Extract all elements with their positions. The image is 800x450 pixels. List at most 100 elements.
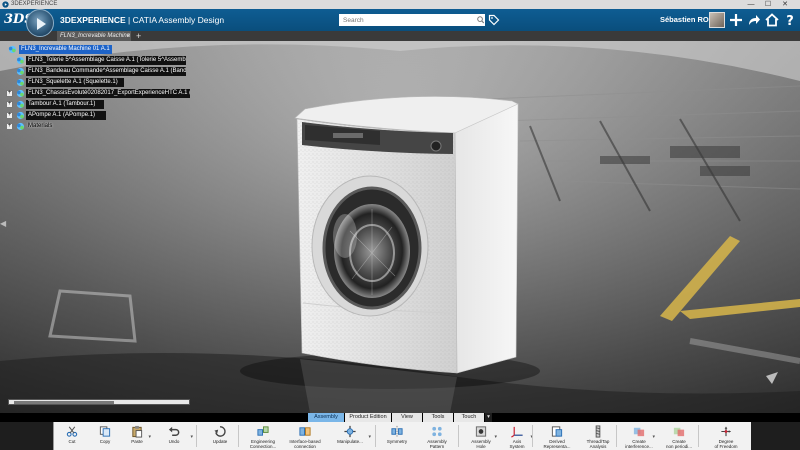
scrollbar-thumb[interactable]	[14, 401, 114, 404]
home-icon[interactable]	[764, 12, 780, 28]
command-engineering-connection[interactable]: Engineering Connection...	[244, 422, 282, 450]
compass-icon[interactable]	[26, 9, 54, 37]
command-interference[interactable]: Create interference... ▾	[622, 422, 656, 450]
3d-viewport[interactable]: FLN3_Increvable Machine 01 A.1 FLN3_Tole…	[0, 41, 800, 413]
action-bar-commands: Cut Copy Paste ▾ Undo ▾ Update Engineering Conn…	[53, 422, 751, 450]
panel-collapse-icon[interactable]: ◀	[0, 219, 6, 228]
help-icon[interactable]: ?	[782, 12, 798, 28]
command-label: Thread/Tap Analysis	[586, 439, 610, 449]
command-label: Derived Representa...	[543, 439, 571, 449]
tree-expand-icon[interactable]: +	[6, 123, 13, 130]
tree-expand-icon[interactable]: +	[6, 101, 13, 108]
brand-3dexperience: 3DEXPERIENCE	[60, 15, 126, 25]
window-title-bar: 3DEXPERIENCE — ☐ ✕	[0, 0, 800, 9]
command-separator	[532, 425, 533, 447]
tree-node-label[interactable]: FLN3_Tolerie 5^Assemblage Caisse A.1 (To…	[26, 56, 186, 65]
product-icon	[8, 45, 17, 54]
command-update[interactable]: Update	[202, 422, 238, 450]
command-assembly-hole[interactable]: Assembly Hole ▾	[464, 422, 498, 450]
tree-expand-icon[interactable]: +	[6, 112, 13, 119]
command-label: Symmetry	[386, 439, 408, 444]
command-label: Copy	[99, 439, 111, 444]
tree-horizontal-scrollbar[interactable]	[8, 399, 190, 405]
tab-close-icon[interactable]: x	[127, 31, 130, 41]
tab-product-edition[interactable]: Product Edition	[345, 413, 391, 422]
plus-icon[interactable]	[728, 12, 744, 28]
command-dropdown-icon[interactable]: ▾	[148, 434, 151, 440]
command-label: Assembly Hole	[471, 439, 491, 449]
command-scissors[interactable]: Cut	[57, 422, 87, 450]
command-label: Assembly Pattern	[427, 439, 447, 449]
action-bar-expand-icon[interactable]: ▾	[485, 413, 492, 422]
command-axis-system[interactable]: Axis System▾	[500, 422, 534, 450]
thread-tap-icon	[595, 425, 601, 438]
engineering-connection-icon	[257, 426, 269, 436]
compass-play-icon	[37, 18, 46, 30]
search-icon[interactable]	[476, 14, 485, 26]
tab-increvable-machine[interactable]: FLN3_Increvable Machine 0	[57, 31, 131, 41]
action-bar: Cut Copy Paste ▾ Undo ▾ Update Engineering Conn…	[0, 422, 800, 450]
svg-text:?: ?	[786, 14, 794, 28]
part-icon	[16, 89, 25, 98]
control-knob-icon[interactable]	[430, 140, 442, 152]
close-window-button[interactable]: ✕	[778, 0, 792, 9]
command-derived-representation[interactable]: Derived Representa...	[538, 422, 576, 450]
command-symmetry[interactable]: Symmetry	[381, 422, 413, 450]
add-tab-button[interactable]: +	[136, 31, 141, 41]
update-icon	[214, 426, 226, 437]
part-icon	[16, 122, 25, 131]
command-non-periodic[interactable]: Create non periodi...	[658, 422, 700, 450]
brand-app-name: | CATIA Assembly Design	[125, 15, 225, 25]
symmetry-icon	[391, 425, 403, 438]
tree-node-label[interactable]: FLN3_Bandeau Commande^Assemblage Caisse …	[26, 67, 186, 76]
command-interface-connection[interactable]: Interface-based connection	[284, 422, 326, 450]
command-dropdown-icon[interactable]: ▾	[190, 434, 193, 440]
machine-side[interactable]	[454, 103, 519, 374]
command-label: Interface-based connection	[289, 439, 321, 449]
command-separator	[238, 425, 239, 447]
command-degree-of-freedom[interactable]: Degree of Freedom	[704, 422, 748, 450]
tag-icon[interactable]	[488, 14, 500, 26]
tree-node-label[interactable]: FLN3_ChassisEvoluté02082017_ExportExperi…	[26, 89, 190, 98]
tab-touch[interactable]: Touch	[454, 413, 484, 422]
command-separator	[196, 425, 197, 447]
tab-assembly[interactable]: Assembly	[308, 413, 344, 422]
copy-icon	[99, 426, 111, 437]
maximize-button[interactable]: ☐	[761, 0, 775, 9]
search-input[interactable]	[339, 14, 485, 26]
tree-node-label[interactable]: APompe A.1 (APompe.1)	[26, 111, 106, 120]
part-icon	[16, 56, 25, 65]
command-copy[interactable]: Copy	[90, 422, 120, 450]
command-dropdown-icon[interactable]: ▾	[368, 434, 371, 440]
tree-node-label[interactable]: FLN3_Squelette A.1 (Squelette.1)	[26, 78, 124, 87]
avatar[interactable]	[709, 12, 725, 28]
non-periodic-icon	[673, 427, 685, 437]
tree-root-label[interactable]: FLN3_Increvable Machine 01 A.1	[19, 45, 112, 54]
command-dropdown-icon[interactable]: ▾	[652, 434, 655, 440]
tree-expand-icon[interactable]: +	[6, 90, 13, 97]
part-icon	[16, 78, 25, 87]
share-icon[interactable]	[746, 12, 762, 28]
command-thread-tap[interactable]: Thread/Tap Analysis	[578, 422, 618, 450]
manipulate-icon	[344, 425, 356, 438]
tree-node-label[interactable]: Materials	[26, 122, 54, 131]
part-icon	[16, 100, 25, 109]
command-separator	[616, 425, 617, 447]
minimize-button[interactable]: —	[744, 0, 758, 9]
command-label: Engineering Connection...	[249, 439, 277, 449]
tab-tools[interactable]: Tools	[423, 413, 453, 422]
derived-representation-icon	[551, 426, 563, 437]
command-undo[interactable]: Undo ▾	[154, 422, 194, 450]
tab-view[interactable]: View	[392, 413, 422, 422]
command-assembly-pattern[interactable]: Assembly Pattern	[416, 422, 458, 450]
command-paste[interactable]: Paste ▾	[122, 422, 152, 450]
command-separator	[375, 425, 376, 447]
command-dropdown-icon[interactable]: ▾	[494, 434, 497, 440]
command-manipulate[interactable]: Manipulate... ▾	[328, 422, 372, 450]
app-brand: 3DEXPERIENCE | CATIA Assembly Design	[60, 13, 224, 27]
washing-machine-model[interactable]	[294, 96, 519, 374]
command-separator	[698, 425, 699, 447]
scissors-icon	[66, 426, 78, 437]
tree-node-label[interactable]: Tambour A.1 (Tambour.1)	[26, 100, 104, 109]
command-label: Undo	[168, 439, 180, 444]
